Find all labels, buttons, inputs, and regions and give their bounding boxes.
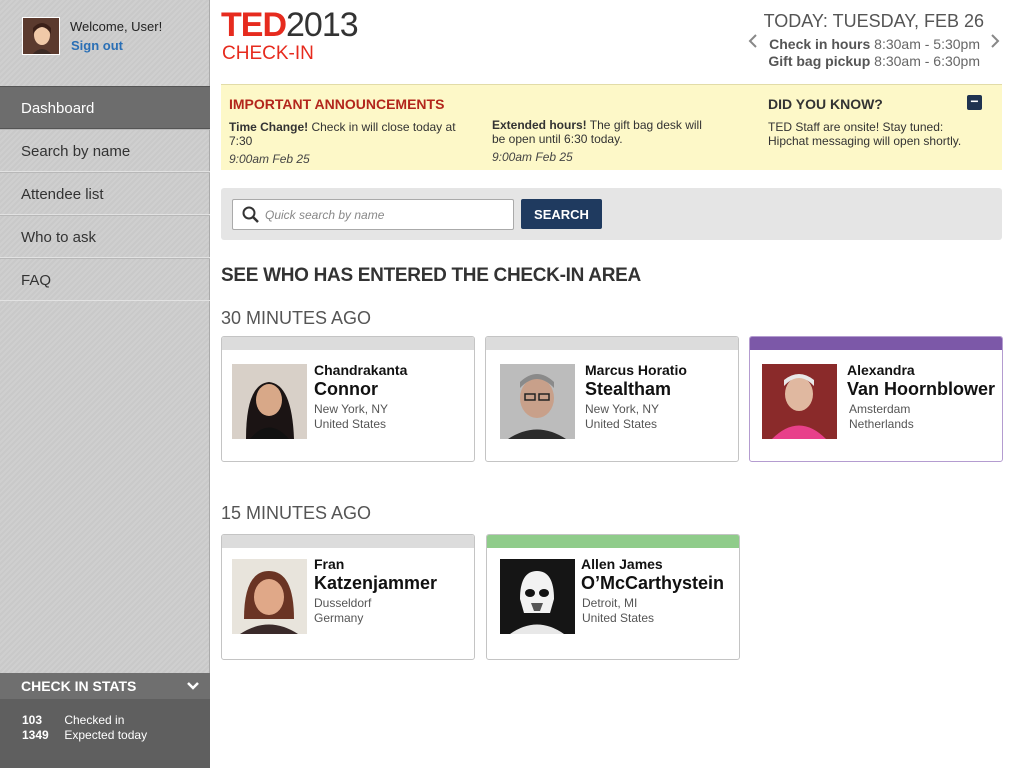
attendee-photo [500, 559, 575, 634]
announcements-title: IMPORTANT ANNOUNCEMENTS [229, 96, 445, 112]
attendee-first-name: Chandrakanta [314, 362, 408, 378]
announcement-1: Time Change! Check in will close today a… [229, 120, 469, 148]
today-date: TODAY: TUESDAY, FEB 26 [763, 11, 984, 31]
attendee-last-name: Van Hoornblower [847, 379, 996, 399]
attendee-country: United States [585, 417, 658, 431]
logo-ted: TED [221, 6, 287, 44]
announcement-1-date: 9:00am Feb 25 [229, 152, 310, 166]
sidebar: Welcome, User! Sign out Dashboard Search… [0, 0, 210, 768]
search-input[interactable] [265, 206, 505, 224]
card-status-band [750, 337, 1002, 350]
announcement-1-heading: Time Change! [229, 120, 309, 134]
search-icon [242, 206, 260, 229]
announcement-2-heading: Extended hours! [492, 118, 587, 132]
check-in-stats-header[interactable]: CHECK IN STATS [0, 673, 210, 699]
logo-year: 2013 [286, 6, 359, 44]
attendee-card[interactable]: Allen James O’McCarthystein Detroit, MI … [486, 534, 740, 660]
attendee-photo [232, 559, 307, 634]
avatar[interactable] [22, 17, 60, 55]
attendee-country: Netherlands [849, 417, 914, 431]
attendee-card[interactable]: Chandrakanta Connor New York, NY United … [221, 336, 475, 462]
search-bar: SEARCH [221, 188, 1002, 240]
card-status-band [222, 337, 474, 350]
check-in-stats-title: CHECK IN STATS [21, 678, 137, 694]
attendee-country: United States [314, 417, 387, 431]
chevron-down-icon[interactable] [186, 673, 200, 699]
did-you-know-text: TED Staff are onsite! Stay tuned: Hipcha… [768, 120, 962, 148]
card-status-band [222, 535, 474, 548]
card-status-band [486, 337, 738, 350]
attendee-first-name: Alexandra [847, 362, 915, 378]
chevron-right-icon[interactable] [990, 32, 1000, 53]
expected-label: Expected today [64, 728, 148, 742]
attendee-photo [232, 364, 307, 439]
checked-in-label: Checked in [64, 713, 125, 727]
checked-in-count: 103 [22, 713, 43, 727]
search-box [232, 199, 514, 230]
ted-logo: TED2013 [221, 6, 359, 45]
sign-out-link[interactable]: Sign out [71, 38, 123, 53]
attendee-country: Germany [314, 611, 364, 625]
logo-subtitle: CHECK-IN [222, 43, 314, 64]
attendee-card[interactable]: Marcus Horatio Stealtham New York, NY Un… [485, 336, 739, 462]
gift-bag-time: 8:30am - 6:30pm [874, 53, 980, 69]
attendee-city: Dusseldorf [314, 596, 372, 610]
group-heading-30-min: 30 MINUTES AGO [221, 308, 372, 328]
welcome-text: Welcome, User! [70, 19, 163, 34]
attendee-card[interactable]: Alexandra Van Hoornblower Amsterdam Neth… [749, 336, 1003, 462]
stat-checked-in: 103 Checked in [22, 713, 124, 727]
expected-count: 1349 [22, 728, 49, 742]
attendee-photo [762, 364, 837, 439]
check-in-stats-body: 103 Checked in 1349 Expected today [0, 699, 210, 768]
attendee-city: Detroit, MI [582, 596, 638, 610]
attendee-city: Amsterdam [849, 402, 911, 416]
attendee-city: New York, NY [314, 402, 389, 416]
gift-bag-hours: Gift bag pickup 8:30am - 6:30pm [768, 53, 980, 69]
card-status-band [487, 535, 739, 548]
collapse-icon[interactable]: − [967, 94, 982, 110]
attendee-last-name: Katzenjammer [314, 573, 438, 593]
gift-bag-label: Gift bag pickup [768, 53, 871, 69]
section-heading: SEE WHO HAS ENTERED THE CHECK-IN AREA [221, 265, 641, 286]
check-in-hours: Check in hours 8:30am - 5:30pm [769, 36, 980, 52]
nav-item-search-by-name[interactable]: Search by name [0, 129, 210, 172]
attendee-first-name: Fran [314, 556, 345, 572]
nav-item-faq[interactable]: FAQ [0, 258, 210, 301]
attendee-city: New York, NY [585, 402, 660, 416]
search-button[interactable]: SEARCH [521, 199, 602, 229]
check-in-hours-time: 8:30am - 5:30pm [874, 36, 980, 52]
attendee-country: United States [582, 611, 655, 625]
attendee-last-name: Stealtham [585, 379, 672, 399]
nav-item-attendee-list[interactable]: Attendee list [0, 172, 210, 215]
nav-item-dashboard[interactable]: Dashboard [0, 86, 210, 129]
attendee-photo [500, 364, 575, 439]
user-box: Welcome, User! Sign out [0, 0, 210, 86]
nav-item-who-to-ask[interactable]: Who to ask [0, 215, 210, 258]
did-you-know-title: DID YOU KNOW? [768, 96, 883, 112]
attendee-first-name: Allen James [581, 556, 663, 572]
announcements-panel: IMPORTANT ANNOUNCEMENTS Time Change! Che… [221, 84, 1002, 170]
attendee-first-name: Marcus Horatio [585, 362, 687, 378]
check-in-hours-label: Check in hours [769, 36, 871, 52]
attendee-last-name: Connor [314, 379, 378, 399]
group-heading-15-min: 15 MINUTES AGO [221, 503, 372, 523]
announcement-2-date: 9:00am Feb 25 [492, 150, 573, 164]
announcement-2: Extended hours! The gift bag desk will b… [492, 118, 717, 146]
attendee-last-name: O’McCarthystein [581, 573, 725, 593]
attendee-card[interactable]: Fran Katzenjammer Dusseldorf Germany [221, 534, 475, 660]
stat-expected: 1349 Expected today [22, 728, 147, 742]
chevron-left-icon[interactable] [748, 32, 758, 53]
